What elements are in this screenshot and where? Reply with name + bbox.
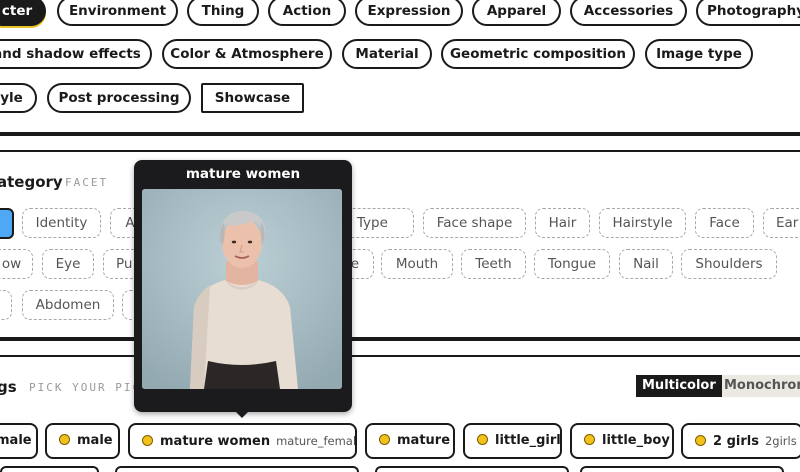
tag-label: mature women bbox=[160, 434, 271, 449]
category-expression[interactable]: Expression bbox=[355, 0, 463, 26]
facet-teeth[interactable]: Teeth bbox=[461, 249, 526, 279]
dot-icon bbox=[477, 434, 488, 445]
category-apparel[interactable]: Apparel bbox=[472, 0, 561, 26]
facet-eye[interactable]: Eye bbox=[42, 249, 94, 279]
section-divider bbox=[0, 355, 800, 357]
category-material[interactable]: Material bbox=[342, 39, 432, 69]
dot-icon bbox=[584, 434, 595, 445]
popover-title: mature women bbox=[185, 166, 301, 182]
category-section-title: ategory bbox=[0, 173, 63, 191]
category-section-subtitle: FACET bbox=[65, 176, 109, 189]
category-photography[interactable]: Photography bbox=[696, 0, 800, 26]
tag-mature-women[interactable]: mature women mature_female bbox=[128, 423, 357, 459]
tag-little-boy[interactable]: little_boy bbox=[570, 423, 674, 459]
tag-label: 2 girls bbox=[713, 434, 759, 449]
tag-label: male bbox=[0, 433, 32, 448]
facet-hair[interactable]: Hair bbox=[535, 208, 590, 238]
category-color-atmosphere[interactable]: Color & Atmosphere bbox=[162, 39, 332, 69]
facet-face[interactable]: Face bbox=[695, 208, 754, 238]
popover-portrait-image bbox=[142, 189, 342, 389]
dot-icon bbox=[142, 435, 153, 446]
tag-2-girls[interactable]: 2 girls 2girls bbox=[681, 423, 800, 459]
section-divider bbox=[0, 150, 800, 152]
tag-alias: mature_female bbox=[276, 434, 357, 448]
facet-tongue[interactable]: Tongue bbox=[534, 249, 610, 279]
category-character[interactable]: cter bbox=[0, 0, 46, 26]
tag-label: mature bbox=[397, 433, 451, 448]
tag-label: little_boy bbox=[602, 433, 670, 448]
tag-label: little_girl bbox=[495, 433, 561, 448]
facet-face-shape[interactable]: Face shape bbox=[423, 208, 526, 238]
facet-nail[interactable]: Nail bbox=[619, 249, 673, 279]
category-action[interactable]: Action bbox=[268, 0, 346, 26]
tag-label: male bbox=[77, 433, 113, 448]
dot-icon bbox=[59, 434, 70, 445]
category-thing[interactable]: Thing bbox=[187, 0, 259, 26]
category-showcase[interactable]: Showcase bbox=[201, 83, 304, 113]
section-divider bbox=[0, 337, 800, 341]
category-accessories[interactable]: Accessories bbox=[570, 0, 687, 26]
popover-arrow bbox=[236, 412, 248, 418]
dot-icon bbox=[379, 434, 390, 445]
category-style[interactable]: yle bbox=[0, 83, 37, 113]
tag-row-next bbox=[0, 466, 800, 472]
tag-alias: 2girls bbox=[764, 434, 797, 448]
facet-shoulders[interactable]: Shoulders bbox=[681, 249, 777, 279]
facet-abdomen[interactable]: Abdomen bbox=[22, 290, 114, 320]
facet-hairstyle[interactable]: Hairstyle bbox=[599, 208, 686, 238]
tags-section-title: gs bbox=[0, 378, 17, 396]
tag-little-girl[interactable]: little_girl bbox=[463, 423, 562, 459]
facet-eyebrow[interactable]: ow bbox=[0, 249, 33, 279]
category-image-type[interactable]: Image type bbox=[645, 39, 753, 69]
facet-mouth[interactable]: Mouth bbox=[381, 249, 453, 279]
facet-ear[interactable]: Ear bbox=[763, 208, 800, 238]
category-post-processing[interactable]: Post processing bbox=[47, 83, 191, 113]
dot-icon bbox=[695, 435, 706, 446]
tags-section-subtitle: PICK YOUR PIC bbox=[29, 381, 142, 394]
facet-partial[interactable] bbox=[0, 290, 12, 320]
category-light-and-shadow[interactable]: and shadow effects bbox=[0, 39, 152, 69]
tag-mature[interactable]: mature bbox=[365, 423, 455, 459]
category-environment[interactable]: Environment bbox=[57, 0, 178, 26]
monochrome-toggle[interactable]: Monochrom bbox=[718, 375, 800, 397]
tag-preview-popover: mature women bbox=[134, 160, 352, 418]
tag-male[interactable]: male bbox=[45, 423, 120, 459]
section-divider bbox=[0, 132, 800, 136]
tag-female[interactable]: male bbox=[0, 423, 38, 459]
facet-selected-indicator[interactable] bbox=[0, 208, 14, 239]
portrait-illustration bbox=[142, 189, 342, 389]
multicolor-toggle[interactable]: Multicolor bbox=[636, 375, 722, 397]
category-geometric-composition[interactable]: Geometric composition bbox=[441, 39, 635, 69]
facet-identity[interactable]: Identity bbox=[22, 208, 101, 238]
